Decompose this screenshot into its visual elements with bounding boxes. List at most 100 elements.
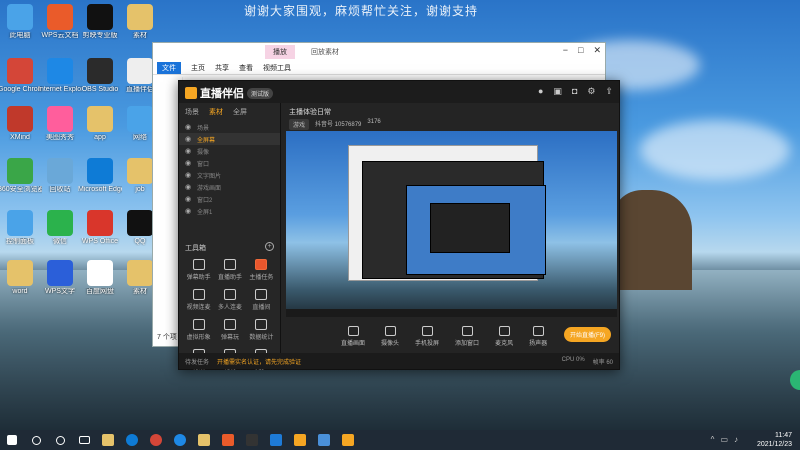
eye-icon[interactable]: ◉ [185, 123, 193, 131]
eye-icon[interactable]: ◉ [185, 207, 193, 215]
eye-icon[interactable]: ◉ [185, 159, 193, 167]
app-icon [7, 58, 33, 84]
desktop-icon[interactable]: 微信 [38, 210, 82, 246]
tool-button[interactable]: 直播助手 [214, 259, 245, 281]
scene-item[interactable]: ◉ 游戏画面 [179, 181, 280, 193]
desktop-icon[interactable]: OBS Studio [78, 58, 122, 94]
desktop-icon[interactable]: WPS Office [78, 210, 122, 246]
start-live-button[interactable]: 开始直播(F9) [564, 327, 611, 342]
scene-item[interactable]: ◉ 场景 [179, 121, 280, 133]
cortana-icon[interactable] [48, 430, 72, 450]
start-button[interactable] [0, 430, 24, 450]
tab-sources[interactable]: 素材 [209, 107, 223, 117]
eye-icon[interactable]: ◉ [185, 195, 193, 203]
desktop-icon[interactable]: word [0, 260, 42, 296]
chevron-up-icon[interactable]: ^ [711, 435, 715, 444]
eye-icon[interactable]: ◉ [185, 135, 193, 143]
desktop-icon[interactable]: XMind [0, 106, 42, 142]
tool-button[interactable]: 虚拟形象 [183, 319, 214, 341]
ribbon-file[interactable]: 文件 [157, 61, 181, 74]
live-streaming-app[interactable]: 直播伴侣 测试版 ● ▣ ◘ ⚙ ⇪ 场景 素材 全屏 ◉ 场景 ◉ 全屏幕 ◉ 摄像 ◉ 窗… [178, 80, 620, 371]
status-highlight[interactable]: 开播需实名认证，请先完成验证 [217, 357, 301, 366]
stream-preview[interactable] [286, 131, 617, 317]
ie-taskbar-icon[interactable] [168, 430, 192, 450]
scene-item[interactable]: ◉ 窗口 [179, 157, 280, 169]
streaming-app-taskbar-icon[interactable] [288, 430, 312, 450]
manage-tab[interactable]: 播放 [265, 45, 295, 59]
desktop-icon[interactable]: 百度网盘 [78, 260, 122, 296]
eye-icon[interactable]: ◉ [185, 183, 193, 191]
scene-item[interactable]: ◉ 文字图片 [179, 169, 280, 181]
live-tag[interactable]: 游戏 [289, 119, 310, 130]
app-icon [7, 210, 33, 236]
obs-taskbar-icon[interactable] [312, 430, 336, 450]
tool-button[interactable]: 多人连麦 [214, 289, 245, 311]
avatar-icon[interactable]: ● [538, 86, 543, 97]
terminal-taskbar-icon[interactable] [240, 430, 264, 450]
eye-icon[interactable]: ◉ [185, 147, 193, 155]
source-button[interactable]: 麦克风 [495, 325, 513, 347]
gift-icon[interactable]: ▣ [553, 86, 562, 97]
desktop-icon[interactable]: Microsoft Edge [78, 158, 122, 194]
scene-item[interactable]: ◉ 全屏1 [179, 205, 280, 217]
tool-button[interactable]: 视频连麦 [183, 289, 214, 311]
tab-scenes[interactable]: 场景 [185, 107, 199, 117]
tool-button[interactable]: 直播间 [246, 289, 277, 311]
share-icon[interactable]: ⇪ [605, 86, 613, 97]
source-button[interactable]: 直播画面 [341, 325, 365, 347]
ribbon-home[interactable]: 主页 [191, 63, 205, 73]
tool-button[interactable]: 数据统计 [246, 319, 277, 341]
eye-icon[interactable]: ◉ [185, 171, 193, 179]
tool-button[interactable]: 弹幕助手 [183, 259, 214, 281]
folder-taskbar-icon[interactable] [192, 430, 216, 450]
tab-fullscreen[interactable]: 全屏 [233, 107, 247, 117]
chrome-taskbar-icon[interactable] [144, 430, 168, 450]
close-icon[interactable]: ✕ [593, 45, 601, 56]
network-icon[interactable]: ▭ [720, 435, 728, 444]
minimize-icon[interactable]: − [563, 45, 568, 56]
desktop-icon[interactable]: 剪映专业版 [78, 4, 122, 40]
source-button[interactable]: 摄像头 [381, 325, 399, 347]
app-taskbar-icon[interactable] [216, 430, 240, 450]
add-tool-icon[interactable]: + [265, 242, 274, 251]
app-icon [7, 158, 33, 184]
search-icon[interactable] [24, 430, 48, 450]
maximize-icon[interactable]: □ [578, 45, 583, 56]
desktop-icon[interactable]: Google Chrome [0, 58, 42, 94]
scene-item[interactable]: ◉ 窗口2 [179, 193, 280, 205]
desktop-icon[interactable]: Internet Explorer [38, 58, 82, 94]
desktop-icon[interactable]: 此电脑 [0, 4, 42, 40]
explorer-taskbar-icon[interactable] [96, 430, 120, 450]
tool-button[interactable]: 弹幕玩 [214, 319, 245, 341]
clock[interactable]: 11:47 2021/12/23 [757, 431, 792, 449]
settings-icon[interactable]: ⚙ [587, 86, 595, 97]
edge-taskbar-icon[interactable] [120, 430, 144, 450]
ribbon-video-tools[interactable]: 视频工具 [263, 63, 291, 73]
tool-button[interactable]: 主播任务 [246, 259, 277, 281]
volume-icon[interactable]: ♪ [734, 435, 738, 444]
desktop-icon[interactable]: 控制面板 [0, 210, 42, 246]
desktop-icon[interactable]: 美图秀秀 [38, 106, 82, 142]
vscode-taskbar-icon[interactable] [264, 430, 288, 450]
desktop-icon[interactable]: WPS文字 [38, 260, 82, 296]
streaming-app-active-icon[interactable] [336, 430, 360, 450]
ribbon-share[interactable]: 共享 [215, 63, 229, 73]
clock-time: 11:47 [775, 432, 792, 439]
desktop-icon[interactable]: WPS云文档 [38, 4, 82, 40]
scene-item[interactable]: ◉ 摄像 [179, 145, 280, 157]
source-button[interactable]: 扬声器 [529, 325, 547, 347]
desktop-icon[interactable]: 360安全浏览器 [0, 158, 42, 194]
lock-icon[interactable]: ◘ [572, 86, 577, 97]
source-button[interactable]: 添加窗口 [455, 325, 479, 347]
live-title[interactable]: 主播体验日常 [289, 107, 331, 117]
desktop-icon[interactable]: 回收站 [38, 158, 82, 194]
desktop-icon[interactable]: 素材 [118, 4, 162, 40]
tool-label: 主播任务 [249, 275, 274, 281]
source-button[interactable]: 手机投屏 [415, 325, 439, 347]
scene-item[interactable]: ◉ 全屏幕 [179, 133, 280, 145]
ribbon-view[interactable]: 查看 [239, 63, 253, 73]
desktop-icon[interactable]: app [78, 106, 122, 142]
task-view-icon[interactable] [72, 430, 96, 450]
desktop-icon-label: WPS Office [81, 238, 119, 245]
app-icon [87, 260, 113, 286]
